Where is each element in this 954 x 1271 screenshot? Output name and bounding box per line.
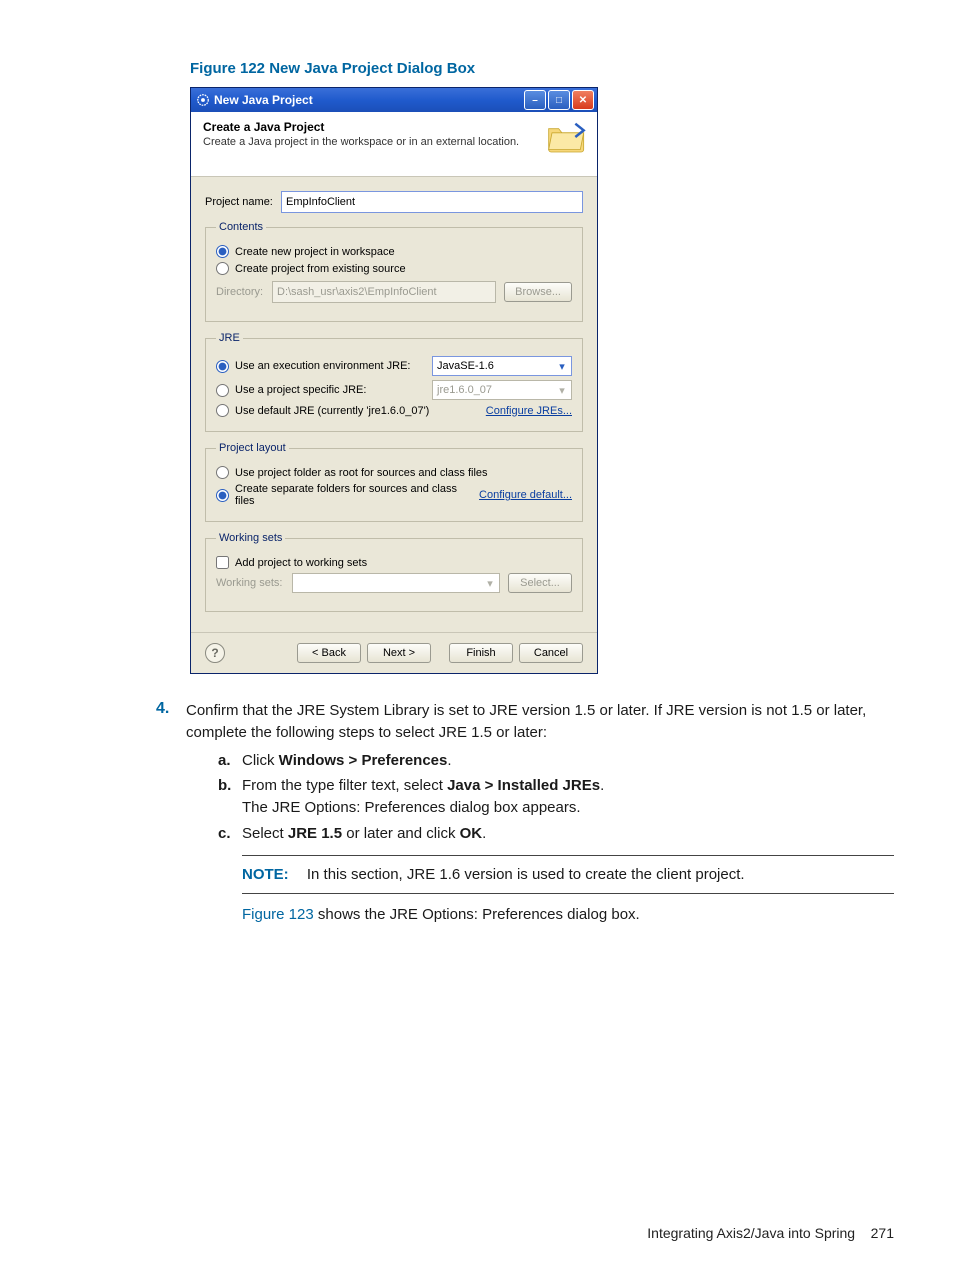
substep-a-post: . xyxy=(447,752,451,769)
banner-title: Create a Java Project xyxy=(203,120,585,134)
working-sets-label: Working sets: xyxy=(216,577,292,589)
banner: Create a Java Project Create a Java proj… xyxy=(191,112,597,177)
radio-existing-source[interactable] xyxy=(216,262,229,275)
radio-existing-source-label: Create project from existing source xyxy=(235,263,406,275)
substep-c-pre: Select xyxy=(242,825,288,842)
titlebar[interactable]: New Java Project – □ ✕ xyxy=(191,88,597,112)
step-text: Confirm that the JRE System Library is s… xyxy=(186,702,866,741)
radio-default-jre-label: Use default JRE (currently 'jre1.6.0_07'… xyxy=(235,405,432,417)
page-footer: Integrating Axis2/Java into Spring 271 xyxy=(647,1225,894,1241)
radio-use-root[interactable] xyxy=(216,466,229,479)
substep-a-pre: Click xyxy=(242,752,279,769)
gear-icon xyxy=(196,93,210,107)
close-button[interactable]: ✕ xyxy=(572,90,594,110)
button-bar: ? < Back Next > Finish Cancel xyxy=(191,632,597,673)
working-sets-group: Working sets Add project to working sets… xyxy=(205,532,583,612)
figure-link[interactable]: Figure 123 xyxy=(242,906,314,923)
working-sets-combo: ▾ xyxy=(292,573,500,593)
window-title: New Java Project xyxy=(214,93,522,107)
banner-subtitle: Create a Java project in the workspace o… xyxy=(203,136,585,148)
figure-caption: Figure 122 New Java Project Dialog Box xyxy=(190,60,894,77)
substep-c-num: c. xyxy=(218,823,242,926)
minimize-button[interactable]: – xyxy=(524,90,546,110)
note-text: In this section, JRE 1.6 version is used… xyxy=(307,866,745,883)
substep-c-post: . xyxy=(482,825,486,842)
configure-jres-link[interactable]: Configure JREs... xyxy=(486,405,572,417)
radio-separate-folders-label: Create separate folders for sources and … xyxy=(235,483,479,507)
back-button[interactable]: < Back xyxy=(297,643,361,663)
select-working-sets-button: Select... xyxy=(508,573,572,593)
browse-button: Browse... xyxy=(504,282,572,302)
substep-b-pre: From the type filter text, select xyxy=(242,777,447,794)
footer-page: 271 xyxy=(871,1225,894,1241)
radio-default-jre[interactable] xyxy=(216,404,229,417)
substep-c-bold2: OK xyxy=(460,825,483,842)
project-layout-legend: Project layout xyxy=(216,442,289,454)
new-java-project-dialog: New Java Project – □ ✕ Create a Java Pro… xyxy=(190,87,598,674)
radio-exec-env-label: Use an execution environment JRE: xyxy=(235,360,432,372)
substep-a-bold: Windows > Preferences xyxy=(279,752,448,769)
proj-specific-combo: jre1.6.0_07 ▾ xyxy=(432,380,572,400)
jre-group: JRE Use an execution environment JRE: Ja… xyxy=(205,332,583,432)
proj-specific-value: jre1.6.0_07 xyxy=(437,384,492,396)
directory-label: Directory: xyxy=(216,286,272,298)
note-label: NOTE: xyxy=(242,866,289,883)
project-name-input[interactable] xyxy=(281,191,583,213)
cancel-button[interactable]: Cancel xyxy=(519,643,583,663)
checkbox-add-to-working-sets-label: Add project to working sets xyxy=(235,557,367,569)
radio-exec-env[interactable] xyxy=(216,360,229,373)
note-box: NOTE: In this section, JRE 1.6 version i… xyxy=(242,855,894,895)
next-button[interactable]: Next > xyxy=(367,643,431,663)
folder-icon xyxy=(547,120,587,154)
exec-env-combo[interactable]: JavaSE-1.6 ▾ xyxy=(432,356,572,376)
step-number: 4. xyxy=(156,700,186,930)
substep-c-bold1: JRE 1.5 xyxy=(288,825,342,842)
jre-legend: JRE xyxy=(216,332,243,344)
footer-text: Integrating Axis2/Java into Spring xyxy=(647,1225,855,1241)
substep-c-mid: or later and click xyxy=(342,825,460,842)
directory-input xyxy=(272,281,496,303)
substep-b-post: . xyxy=(600,777,604,794)
contents-legend: Contents xyxy=(216,221,266,233)
chevron-down-icon: ▾ xyxy=(483,576,497,590)
substep-a-num: a. xyxy=(218,750,242,772)
radio-new-in-workspace-label: Create new project in workspace xyxy=(235,246,395,258)
chevron-down-icon: ▾ xyxy=(555,383,569,397)
contents-group: Contents Create new project in workspace… xyxy=(205,221,583,322)
substep-b-line2: The JRE Options: Preferences dialog box … xyxy=(242,797,894,819)
substep-b-num: b. xyxy=(218,775,242,819)
configure-default-link[interactable]: Configure default... xyxy=(479,489,572,501)
radio-new-in-workspace[interactable] xyxy=(216,245,229,258)
project-name-label: Project name: xyxy=(205,196,281,208)
radio-separate-folders[interactable] xyxy=(216,489,229,502)
radio-proj-specific-label: Use a project specific JRE: xyxy=(235,384,432,396)
maximize-button[interactable]: □ xyxy=(548,90,570,110)
exec-env-value: JavaSE-1.6 xyxy=(437,360,494,372)
finish-button[interactable]: Finish xyxy=(449,643,513,663)
radio-proj-specific[interactable] xyxy=(216,384,229,397)
project-layout-group: Project layout Use project folder as roo… xyxy=(205,442,583,522)
checkbox-add-to-working-sets[interactable] xyxy=(216,556,229,569)
working-sets-legend: Working sets xyxy=(216,532,285,544)
substep-b-bold: Java > Installed JREs xyxy=(447,777,600,794)
chevron-down-icon: ▾ xyxy=(555,359,569,373)
help-icon[interactable]: ? xyxy=(205,643,225,663)
radio-use-root-label: Use project folder as root for sources a… xyxy=(235,467,488,479)
after-note-rest: shows the JRE Options: Preferences dialo… xyxy=(314,906,640,923)
